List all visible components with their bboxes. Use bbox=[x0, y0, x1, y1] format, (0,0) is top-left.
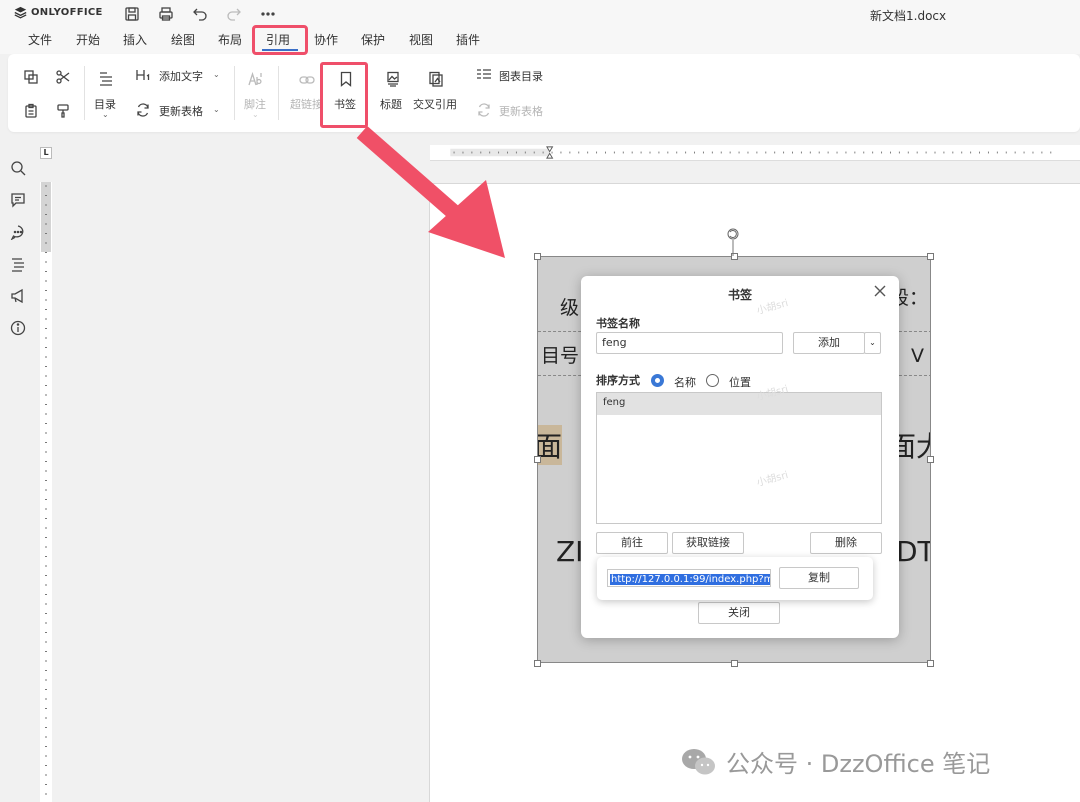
dialog-title: 书签 bbox=[727, 288, 752, 302]
search-icon[interactable] bbox=[8, 158, 28, 178]
tab-home[interactable]: 开始 bbox=[76, 31, 100, 48]
ruler-tab-selector[interactable]: L bbox=[40, 147, 52, 159]
resize-handle[interactable] bbox=[534, 456, 541, 463]
left-side-panel bbox=[0, 140, 36, 802]
hyperlink-icon[interactable] bbox=[296, 69, 318, 91]
sort-by-name-radio[interactable] bbox=[651, 374, 664, 387]
tab-collaboration[interactable]: 协作 bbox=[314, 31, 338, 48]
bookmark-button-highlight bbox=[320, 62, 368, 128]
references-tab-highlight bbox=[252, 25, 308, 55]
cross-reference-button[interactable]: 交叉引用 bbox=[413, 96, 457, 112]
format-painter-icon[interactable] bbox=[52, 100, 74, 122]
footnote-icon[interactable] bbox=[245, 68, 267, 90]
wechat-account-text: 公众号 · DzzOffice 笔记 bbox=[726, 750, 991, 778]
horizontal-ruler[interactable] bbox=[430, 145, 1080, 161]
sort-by-position-radio[interactable] bbox=[706, 374, 719, 387]
caption-button[interactable]: 标题 bbox=[380, 96, 402, 112]
onlyoffice-logo-icon bbox=[14, 6, 27, 19]
refresh-icon[interactable] bbox=[132, 99, 154, 121]
chevron-down-icon[interactable]: ⌄ bbox=[252, 110, 259, 119]
image-text-fragment: DT bbox=[896, 535, 931, 568]
link-url-text[interactable]: http://127.0.0.1:99/index.php?m bbox=[610, 574, 770, 585]
toolbar-separator bbox=[234, 66, 235, 120]
delete-button[interactable]: 删除 bbox=[810, 532, 882, 554]
save-icon[interactable] bbox=[122, 4, 142, 24]
app-logo: ONLYOFFICE bbox=[14, 6, 103, 19]
menu-bar: 文件 开始 插入 绘图 布局 引用 协作 保护 视图 插件 bbox=[0, 28, 1080, 54]
redo-icon[interactable] bbox=[224, 4, 244, 24]
resize-handle[interactable] bbox=[927, 456, 934, 463]
tab-layout[interactable]: 布局 bbox=[218, 31, 242, 48]
resize-handle[interactable] bbox=[927, 660, 934, 667]
list-item[interactable]: feng bbox=[597, 393, 881, 415]
bookmark-name-label: 书签名称 bbox=[596, 317, 640, 330]
sort-by-position-label: 位置 bbox=[729, 376, 751, 389]
close-button[interactable]: 关闭 bbox=[698, 602, 780, 624]
chevron-down-icon[interactable]: ⌄ bbox=[102, 110, 109, 119]
image-text-fragment: ZI bbox=[556, 535, 584, 568]
cut-icon[interactable] bbox=[52, 66, 74, 88]
navigation-icon[interactable] bbox=[8, 254, 28, 274]
paste-icon[interactable] bbox=[20, 100, 42, 122]
add-text-icon[interactable] bbox=[132, 64, 154, 86]
bookmark-name-input[interactable]: feng bbox=[596, 332, 783, 354]
chat-icon[interactable] bbox=[8, 222, 28, 242]
tab-insert[interactable]: 插入 bbox=[123, 31, 147, 48]
table-of-figures-icon[interactable] bbox=[473, 64, 495, 86]
get-link-button[interactable]: 获取链接 bbox=[672, 532, 744, 554]
rotate-handle-icon[interactable] bbox=[724, 226, 742, 256]
cross-reference-icon[interactable] bbox=[425, 68, 447, 90]
close-icon[interactable] bbox=[873, 284, 889, 300]
info-icon[interactable] bbox=[8, 318, 28, 338]
table-of-figures-button[interactable]: 图表目录 bbox=[499, 68, 543, 84]
sort-by-name-label: 名称 bbox=[674, 376, 696, 389]
more-icon[interactable] bbox=[258, 4, 278, 24]
sort-by-label: 排序方式 bbox=[596, 374, 640, 387]
resize-handle[interactable] bbox=[731, 660, 738, 667]
toolbar-separator bbox=[278, 66, 279, 120]
tab-protection[interactable]: 保护 bbox=[361, 31, 385, 48]
copy-icon[interactable] bbox=[20, 66, 42, 88]
add-button[interactable]: 添加 bbox=[793, 332, 865, 354]
caption-icon[interactable] bbox=[382, 68, 404, 90]
wechat-account-watermark: 公众号 · DzzOffice 笔记 bbox=[680, 744, 990, 779]
tab-plugins[interactable]: 插件 bbox=[456, 31, 480, 48]
bookmark-list[interactable]: feng bbox=[596, 392, 882, 524]
tab-draw[interactable]: 绘图 bbox=[171, 31, 195, 48]
link-url-field[interactable]: http://127.0.0.1:99/index.php?m bbox=[607, 569, 771, 587]
undo-icon[interactable] bbox=[190, 4, 210, 24]
tab-view[interactable]: 视图 bbox=[409, 31, 433, 48]
resize-handle[interactable] bbox=[534, 253, 541, 260]
copy-button[interactable]: 复制 bbox=[779, 567, 859, 589]
resize-handle[interactable] bbox=[927, 253, 934, 260]
announcement-icon[interactable] bbox=[8, 286, 28, 306]
hyperlink-label[interactable]: 超链接 bbox=[290, 96, 323, 112]
table-of-contents-icon[interactable] bbox=[95, 67, 117, 89]
app-logo-text: ONLYOFFICE bbox=[31, 7, 103, 18]
add-dropdown-chevron-icon[interactable]: ⌄ bbox=[864, 332, 881, 354]
add-text-button[interactable]: 添加文字 bbox=[159, 68, 203, 84]
image-text-fragment: 级 bbox=[560, 297, 580, 319]
refresh-icon[interactable] bbox=[473, 99, 495, 121]
image-text-fragment: 目号 bbox=[541, 345, 580, 367]
wechat-icon bbox=[682, 748, 715, 774]
chevron-down-icon[interactable]: ⌄ bbox=[213, 70, 220, 79]
document-title: 新文档1.docx bbox=[870, 9, 947, 23]
goto-button[interactable]: 前往 bbox=[596, 532, 668, 554]
update-table-figures-button[interactable]: 更新表格 bbox=[499, 103, 543, 119]
chevron-down-icon[interactable]: ⌄ bbox=[213, 105, 220, 114]
vertical-ruler[interactable] bbox=[40, 182, 52, 802]
get-link-popup: http://127.0.0.1:99/index.php?m 复制 bbox=[597, 557, 873, 600]
update-table-button[interactable]: 更新表格 bbox=[159, 103, 203, 119]
resize-handle[interactable] bbox=[534, 660, 541, 667]
tab-file[interactable]: 文件 bbox=[28, 31, 52, 48]
toolbar-separator bbox=[84, 66, 85, 120]
print-icon[interactable] bbox=[156, 4, 176, 24]
ribbon-toolbar: 目录 ⌄ 添加文字 ⌄ 更新表格 ⌄ 脚注 ⌄ 超链接 书签 标题 交叉引用 图… bbox=[8, 54, 1080, 132]
title-bar: ONLYOFFICE 新文档1.docx bbox=[0, 0, 1080, 28]
comment-icon[interactable] bbox=[8, 190, 28, 210]
